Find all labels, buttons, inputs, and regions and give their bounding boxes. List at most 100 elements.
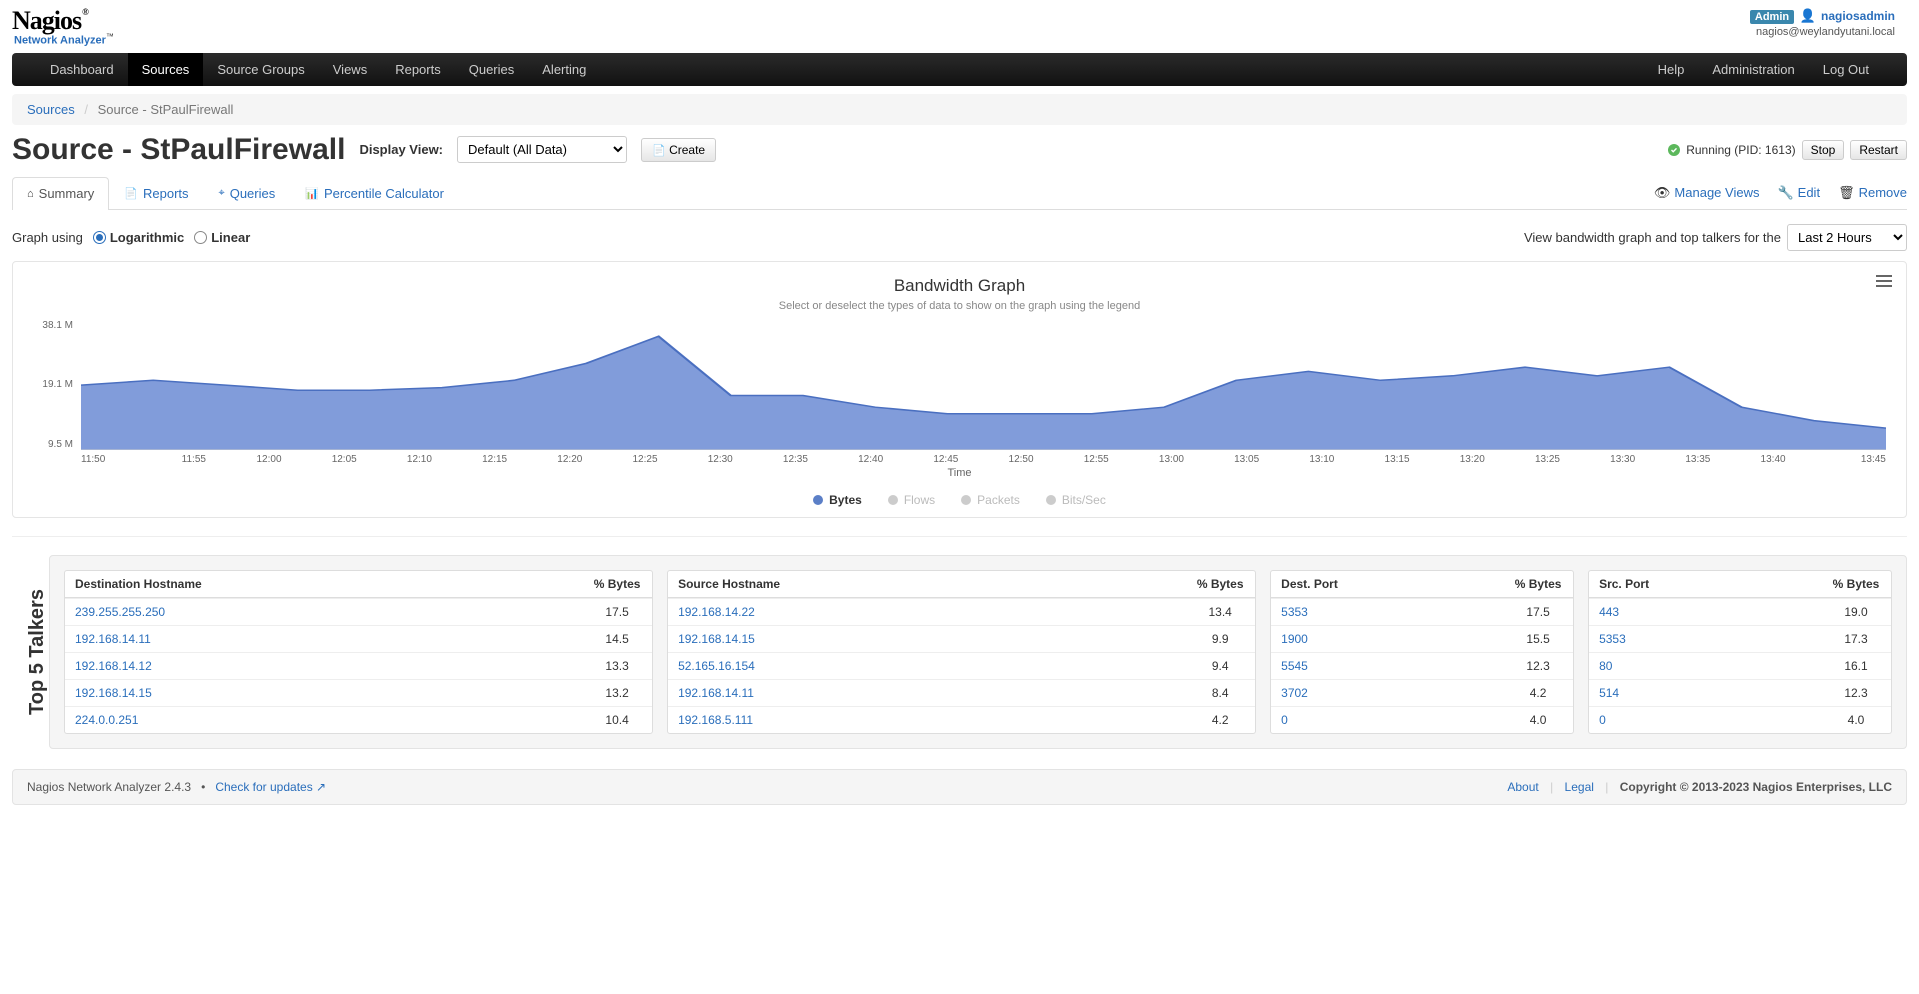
talkers-table-3: Src. Port% Bytes44319.0535317.38016.1514… [1588,570,1892,734]
radio-icon [194,231,207,244]
row-link[interactable]: 5353 [1271,599,1503,625]
nav-item-administration[interactable]: Administration [1698,53,1808,86]
range-label: View bandwidth graph and top talkers for… [1524,230,1781,245]
row-link[interactable]: 0 [1271,707,1503,733]
restart-button[interactable]: Restart [1850,140,1907,160]
create-button[interactable]: 📄 Create [641,138,716,162]
about-link[interactable]: About [1507,780,1538,794]
nav-item-alerting[interactable]: Alerting [528,53,600,86]
row-link[interactable]: 224.0.0.251 [65,707,582,733]
row-link[interactable]: 192.168.14.11 [668,680,1185,706]
row-link[interactable]: 5545 [1271,653,1503,679]
row-link[interactable]: 3702 [1271,680,1503,706]
col-header[interactable]: Src. Port [1589,571,1821,597]
col-header[interactable]: % Bytes [1185,571,1255,597]
tab-reports[interactable]: 📄Reports [109,177,203,210]
status-running-icon [1668,144,1680,156]
nav-item-source-groups[interactable]: Source Groups [203,53,318,86]
table-header: Source Hostname% Bytes [668,571,1255,598]
check-updates-link[interactable]: Check for updates ↗ [215,780,326,794]
nav-item-reports[interactable]: Reports [381,53,455,86]
row-link[interactable]: 443 [1589,599,1821,625]
row-link[interactable]: 80 [1589,653,1821,679]
nav-item-log-out[interactable]: Log Out [1809,53,1883,86]
x-tick: 12:10 [382,454,457,465]
legend-dot-icon [1046,495,1056,505]
divider [12,536,1907,537]
row-link[interactable]: 192.168.5.111 [668,707,1185,733]
legal-link[interactable]: Legal [1565,780,1594,794]
legend-bytes[interactable]: Bytes [813,493,862,507]
table-row: 8016.1 [1589,652,1891,679]
x-tick: 13:35 [1660,454,1735,465]
row-value: 19.0 [1821,599,1891,625]
col-header[interactable]: % Bytes [1503,571,1573,597]
row-link[interactable]: 192.168.14.22 [668,599,1185,625]
radio-logarithmic[interactable]: Logarithmic [93,230,184,245]
breadcrumb-root[interactable]: Sources [27,102,75,117]
chart-plot[interactable] [81,320,1886,450]
chart-menu-icon[interactable] [1876,272,1892,290]
x-tick: 13:15 [1359,454,1434,465]
tab-percentile-calculator[interactable]: 📊Percentile Calculator [290,177,459,210]
reports-icon: 📄 [124,187,138,200]
row-link[interactable]: 0 [1589,707,1821,733]
row-value: 4.2 [1503,680,1573,706]
table-row: 192.168.5.1114.2 [668,706,1255,733]
col-header[interactable]: Source Hostname [668,571,1185,597]
x-tick: 13:45 [1811,454,1886,465]
display-view-select[interactable]: Default (All Data) [457,136,627,163]
file-icon: 📄 [652,145,666,157]
nav-item-views[interactable]: Views [319,53,381,86]
table-row: 192.168.14.1213.3 [65,652,652,679]
col-header[interactable]: % Bytes [582,571,652,597]
remove-link[interactable]: 🗑Remove [1838,185,1907,201]
row-link[interactable]: 192.168.14.15 [65,680,582,706]
legend-flows[interactable]: Flows [888,493,935,507]
row-link[interactable]: 239.255.255.250 [65,599,582,625]
edit-link[interactable]: 🔧Edit [1777,185,1820,201]
time-range-select[interactable]: Last 2 Hours [1787,224,1907,251]
logo-subtitle: Network Analyzer [14,35,106,47]
nav-item-sources[interactable]: Sources [128,53,204,86]
tab-queries[interactable]: ⌖Queries [204,177,291,210]
legend-label: Packets [977,493,1020,507]
tab-label: Summary [39,186,95,201]
external-link-icon: ↗ [316,780,326,794]
tab-summary[interactable]: ⌂Summary [12,177,109,210]
username-link[interactable]: nagiosadmin [1821,9,1895,23]
row-link[interactable]: 192.168.14.11 [65,626,582,652]
row-link[interactable]: 192.168.14.12 [65,653,582,679]
table-row: 192.168.14.118.4 [668,679,1255,706]
row-link[interactable]: 1900 [1271,626,1503,652]
table-row: 224.0.0.25110.4 [65,706,652,733]
registered-icon: ® [82,8,88,17]
col-header[interactable]: % Bytes [1821,571,1891,597]
footer: Nagios Network Analyzer 2.4.3 • Check fo… [12,769,1907,805]
table-header: Src. Port% Bytes [1589,571,1891,598]
legend-packets[interactable]: Packets [961,493,1020,507]
row-link[interactable]: 5353 [1589,626,1821,652]
table-row: 37024.2 [1271,679,1573,706]
col-header[interactable]: Dest. Port [1271,571,1503,597]
page-title: Source - StPaulFirewall [12,133,345,167]
nav-item-queries[interactable]: Queries [455,53,529,86]
legend-bitssec[interactable]: Bits/Sec [1046,493,1106,507]
nav-item-help[interactable]: Help [1644,53,1699,86]
stop-button[interactable]: Stop [1802,140,1845,160]
x-tick: 13:20 [1435,454,1510,465]
nav-item-dashboard[interactable]: Dashboard [36,53,128,86]
breadcrumb-current: Source - StPaulFirewall [98,102,234,117]
logo[interactable]: Nagios® Network Analyzer™ [12,8,114,47]
x-tick: 12:05 [307,454,382,465]
row-link[interactable]: 192.168.14.15 [668,626,1185,652]
row-link[interactable]: 514 [1589,680,1821,706]
row-link[interactable]: 52.165.16.154 [668,653,1185,679]
radio-linear[interactable]: Linear [194,230,250,245]
chart-subtitle: Select or deselect the types of data to … [33,300,1886,312]
manage-views-link[interactable]: 👁Manage Views [1654,185,1760,201]
x-tick: 12:45 [908,454,983,465]
wrench-icon: 🔧 [1777,185,1793,201]
col-header[interactable]: Destination Hostname [65,571,582,597]
x-tick: 13:25 [1510,454,1585,465]
